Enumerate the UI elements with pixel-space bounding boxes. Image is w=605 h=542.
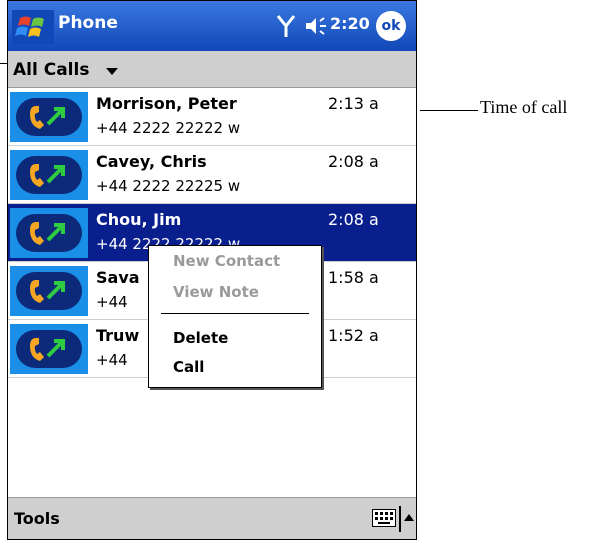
keyboard-icon[interactable] (372, 509, 396, 527)
speaker-volume-icon[interactable] (304, 16, 330, 36)
sip-divider (399, 506, 401, 532)
outgoing-call-icon (10, 150, 88, 200)
bottom-menu-bar: Tools (8, 497, 416, 539)
menu-item-delete[interactable]: Delete (173, 329, 228, 347)
call-filter-bar[interactable]: All Calls (8, 51, 416, 88)
ok-button[interactable]: ok (376, 11, 406, 41)
left-callout-line (0, 63, 7, 64)
windows-flag-icon[interactable] (12, 10, 54, 44)
tools-menu[interactable]: Tools (14, 509, 60, 528)
time-of-call-leader-line (420, 110, 478, 111)
call-time: 2:13 a (328, 94, 379, 113)
menu-item-view-note: View Note (173, 283, 259, 301)
phone-number: +44 (96, 293, 128, 311)
contact-name: Chou, Jim (96, 210, 182, 229)
time-of-call-callout: Time of call (480, 97, 568, 117)
chevron-down-icon[interactable] (106, 68, 118, 75)
call-time: 1:52 a (328, 326, 379, 345)
phone-number: +44 (96, 351, 128, 369)
call-time: 2:08 a (328, 210, 379, 229)
outgoing-call-icon (10, 92, 88, 142)
contact-name: Cavey, Chris (96, 152, 207, 171)
phone-number: +44 2222 22222 w (96, 119, 241, 137)
contact-name: Morrison, Peter (96, 94, 237, 113)
outgoing-call-icon (10, 208, 88, 258)
outgoing-call-icon (10, 324, 88, 374)
call-time: 2:08 a (328, 152, 379, 171)
context-menu: New Contact View Note Delete Call (148, 245, 322, 388)
pocket-pc-screen: Phone 2:20 ok All Calls Morrison, Peter … (7, 0, 417, 540)
call-log-row[interactable]: Cavey, Chris +44 2222 22225 w 2:08 a (8, 146, 416, 204)
app-title: Phone (58, 13, 118, 33)
menu-item-call[interactable]: Call (173, 358, 204, 376)
outgoing-call-icon (10, 266, 88, 316)
call-log-row[interactable]: Morrison, Peter +44 2222 22222 w 2:13 a (8, 88, 416, 146)
phone-number: +44 2222 22225 w (96, 177, 241, 195)
title-bar: Phone 2:20 ok (8, 1, 416, 51)
clock[interactable]: 2:20 (330, 14, 370, 33)
contact-name: Truw (96, 326, 140, 345)
call-filter-dropdown[interactable]: All Calls (13, 60, 89, 80)
call-time: 1:58 a (328, 268, 379, 287)
signal-antenna-icon[interactable] (276, 14, 296, 38)
up-arrow-icon[interactable] (404, 514, 414, 521)
menu-item-new-contact: New Contact (173, 252, 281, 270)
contact-name: Sava (96, 268, 140, 287)
menu-divider (161, 313, 309, 314)
